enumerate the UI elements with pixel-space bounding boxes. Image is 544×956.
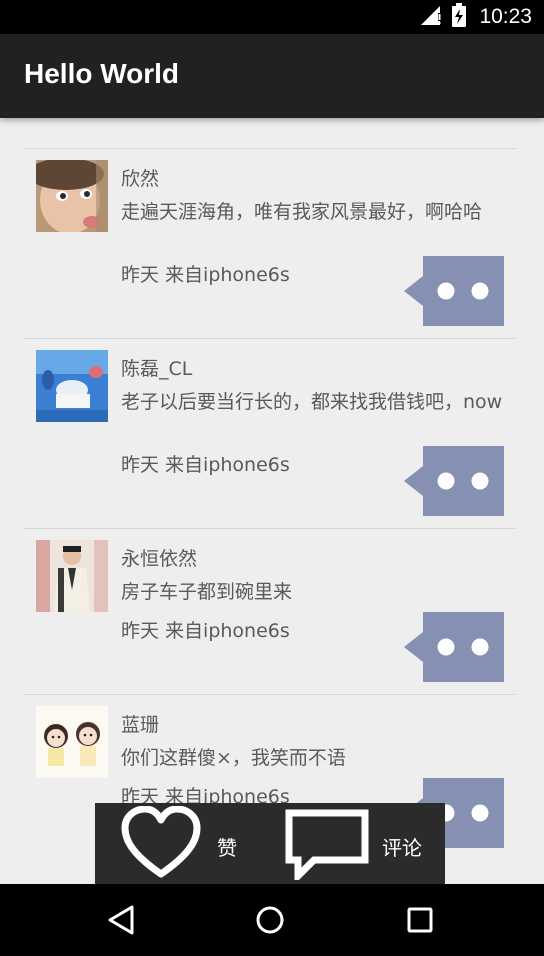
app-bar: Hello World	[0, 34, 544, 118]
battery-icon	[451, 3, 467, 31]
list-item[interactable]: 永恒依然 房子车子都到碗里来 昨天 来自iphone6s	[0, 528, 544, 718]
action-popup: 赞 评论	[95, 803, 445, 885]
status-time: 10:23	[479, 5, 532, 28]
home-button[interactable]	[250, 902, 290, 938]
comment-button[interactable]	[404, 256, 504, 326]
list-item[interactable]: 陈磊_CL 老子以后要当行长的，都来找我借钱吧，now 昨天 来自iphone6…	[0, 338, 544, 528]
post-content: 老子以后要当行长的，都来找我借钱吧，now	[121, 391, 503, 413]
like-button[interactable]: 赞	[95, 803, 270, 884]
feed-list[interactable]: 欣然 走遍天涯海角，唯有我家风景最好，啊哈哈 昨天 来自iphone6s 陈磊_…	[0, 118, 544, 884]
avatar[interactable]	[36, 706, 108, 778]
comment-button[interactable]	[404, 612, 504, 682]
post-content: 走遍天涯海角，唯有我家风景最好，啊哈哈	[121, 201, 483, 223]
comment-icon	[284, 808, 370, 885]
speech-bubble-icon	[404, 256, 504, 326]
like-label: 赞	[217, 836, 237, 860]
user-name[interactable]: 蓝珊	[121, 710, 159, 737]
speech-bubble-icon	[404, 446, 504, 516]
back-icon	[108, 905, 134, 935]
home-icon	[256, 906, 284, 934]
signal-icon	[419, 4, 443, 30]
post-meta: 昨天 来自iphone6s	[121, 454, 290, 476]
post-content: 你们这群傻×，我笑而不语	[121, 747, 346, 769]
speech-bubble-icon	[404, 612, 504, 682]
heart-icon	[121, 805, 201, 884]
avatar[interactable]	[36, 350, 108, 422]
user-name[interactable]: 陈磊_CL	[121, 354, 192, 381]
status-icons: 10:23	[419, 3, 532, 31]
navigation-bar	[0, 884, 544, 956]
comment-action-button[interactable]: 评论	[270, 803, 445, 885]
back-button[interactable]	[104, 902, 144, 938]
user-name[interactable]: 欣然	[121, 164, 159, 191]
post-content: 房子车子都到碗里来	[121, 581, 293, 603]
recents-icon	[407, 907, 433, 933]
status-bar: 10:23	[0, 0, 544, 34]
comment-label: 评论	[382, 836, 422, 860]
post-meta: 昨天 来自iphone6s	[121, 264, 290, 286]
user-name[interactable]: 永恒依然	[121, 544, 197, 571]
recents-button[interactable]	[400, 902, 440, 938]
post-meta: 昨天 来自iphone6s	[121, 620, 290, 642]
avatar[interactable]	[36, 160, 108, 232]
avatar[interactable]	[36, 540, 108, 612]
app-title: Hello World	[24, 58, 180, 89]
comment-button[interactable]	[404, 446, 504, 516]
list-item[interactable]: 欣然 走遍天涯海角，唯有我家风景最好，啊哈哈 昨天 来自iphone6s	[0, 148, 544, 338]
